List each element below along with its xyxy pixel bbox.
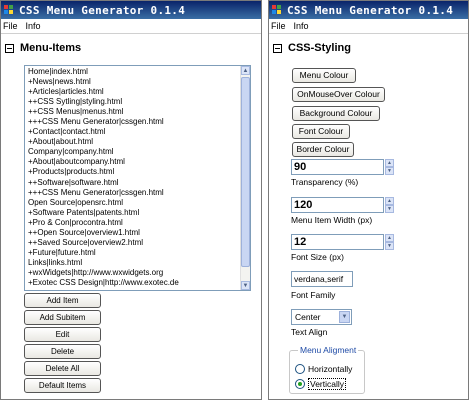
transparency-spinner[interactable]: ▲ ▼	[385, 159, 394, 175]
list-item[interactable]: ++CSS Menus|menus.html	[28, 107, 250, 117]
list-item[interactable]: +Contact|contact.html	[28, 127, 250, 137]
list-item[interactable]: +++CSS Menu Generator|cssgen.html	[28, 117, 250, 127]
list-item[interactable]: +News|news.html	[28, 77, 250, 87]
menu-info[interactable]: Info	[26, 21, 41, 31]
spin-up-icon[interactable]: ▲	[385, 234, 394, 242]
transparency-value: 90	[294, 161, 307, 173]
delete-button[interactable]: Delete	[24, 344, 101, 359]
menu-file[interactable]: File	[3, 21, 18, 31]
radio-horizontally[interactable]: Horizontally	[295, 364, 352, 374]
transparency-label: Transparency (%)	[291, 177, 359, 187]
menu-bar: File Info	[1, 19, 261, 34]
font-family-label: Font Family	[291, 290, 336, 300]
list-item[interactable]: +Exotec CSS Design|http://www.exotec.de	[28, 278, 250, 288]
spin-down-icon[interactable]: ▼	[385, 205, 394, 213]
window-title: CSS Menu Generator 0.1.4	[287, 3, 454, 17]
menu-items-list[interactable]: Home|index.html +News|news.html +Articles|…	[24, 65, 251, 291]
menu-items-window: CSS Menu Generator 0.1.4 File Info Menu-…	[0, 0, 262, 400]
scroll-up-icon[interactable]: ▲	[241, 66, 250, 75]
list-item[interactable]: +Pro & Con|procontra.html	[28, 218, 250, 228]
title-bar[interactable]: CSS Menu Generator 0.1.4	[1, 1, 261, 19]
onmouseover-colour-button[interactable]: OnMouseOver Colour	[292, 87, 385, 102]
list-item[interactable]: +++CSS Menu Generator|cssgen.html	[28, 188, 250, 198]
list-item[interactable]: ++Saved Source|overview2.html	[28, 238, 250, 248]
collapse-icon[interactable]	[5, 43, 14, 53]
list-item[interactable]: Company|company.html	[28, 147, 250, 157]
background-colour-button[interactable]: Background Colour	[292, 106, 380, 121]
collapse-icon[interactable]	[273, 43, 282, 53]
app-icon	[272, 5, 282, 15]
menu-file[interactable]: File	[271, 21, 286, 31]
list-item[interactable]: +Future|future.html	[28, 248, 250, 258]
css-styling-window: CSS Menu Generator 0.1.4 File Info CSS-S…	[268, 0, 469, 400]
menu-info[interactable]: Info	[294, 21, 309, 31]
font-colour-button[interactable]: Font Colour	[292, 124, 350, 139]
menu-items-section-header[interactable]: Menu-Items	[5, 42, 81, 54]
list-item[interactable]: +Articles|articles.html	[28, 87, 250, 97]
font-size-value: 12	[294, 236, 307, 248]
edit-button[interactable]: Edit	[24, 327, 101, 342]
menu-alignment-legend: Menu Aligment	[298, 345, 359, 355]
menu-colour-button[interactable]: Menu Colour	[292, 68, 356, 83]
add-subitem-button[interactable]: Add Subitem	[24, 310, 101, 325]
font-family-input[interactable]: verdana,serif	[291, 271, 353, 287]
section-title: Menu-Items	[20, 42, 82, 54]
radio-button[interactable]	[295, 364, 305, 374]
list: Home|index.html +News|news.html +Articles|…	[25, 66, 250, 288]
list-item[interactable]: ++Software|software.html	[28, 178, 250, 188]
radio-button-selected[interactable]	[295, 379, 305, 389]
scroll-down-icon[interactable]: ▼	[241, 281, 250, 290]
section-title: CSS-Styling	[288, 42, 351, 54]
css-styling-section-header[interactable]: CSS-Styling	[273, 42, 351, 54]
spin-down-icon[interactable]: ▼	[385, 242, 394, 250]
default-items-button[interactable]: Default Items	[24, 378, 101, 393]
list-item[interactable]: +Software Patents|patents.html	[28, 208, 250, 218]
list-item[interactable]: +Products|products.html	[28, 167, 250, 177]
list-item[interactable]: +wxWidgets|http://www.wxwidgets.org	[28, 268, 250, 278]
list-item[interactable]: +About|about.html	[28, 137, 250, 147]
text-align-value: Center	[295, 312, 321, 322]
text-align-select[interactable]: Center ▼	[291, 309, 352, 325]
list-item[interactable]: ++Open Source|overview1.html	[28, 228, 250, 238]
app-icon	[4, 5, 14, 15]
font-size-input[interactable]: 12	[291, 234, 384, 250]
add-item-button[interactable]: Add Item	[24, 293, 101, 308]
font-size-spinner[interactable]: ▲ ▼	[385, 234, 394, 250]
menu-bar: File Info	[269, 19, 468, 34]
list-item[interactable]: ++CSS Sytling|styling.html	[28, 97, 250, 107]
chevron-down-icon[interactable]: ▼	[339, 311, 350, 323]
spin-up-icon[interactable]: ▲	[385, 197, 394, 205]
list-item[interactable]: Links|links.html	[28, 258, 250, 268]
transparency-input[interactable]: 90	[291, 159, 384, 175]
radio-vertically[interactable]: Vertically	[295, 378, 347, 390]
delete-all-button[interactable]: Delete All	[24, 361, 101, 376]
list-item[interactable]: Home|index.html	[28, 67, 250, 77]
title-bar[interactable]: CSS Menu Generator 0.1.4	[269, 1, 468, 19]
radio-label: Vertically	[308, 378, 347, 390]
spin-up-icon[interactable]: ▲	[385, 159, 394, 167]
scroll-thumb[interactable]	[241, 77, 250, 267]
text-align-label: Text Align	[291, 327, 328, 337]
item-width-input[interactable]: 120	[291, 197, 384, 213]
item-width-value: 120	[294, 199, 313, 211]
item-width-label: Menu Item Width (px)	[291, 215, 373, 225]
list-item[interactable]: +About|aboutcompany.html	[28, 157, 250, 167]
radio-label: Horizontally	[308, 364, 353, 374]
window-title: CSS Menu Generator 0.1.4	[19, 3, 186, 17]
vertical-scrollbar[interactable]: ▲ ▼	[240, 66, 250, 290]
item-width-spinner[interactable]: ▲ ▼	[385, 197, 394, 213]
item-buttons: Add Item Add Subitem Edit Delete Delete …	[24, 293, 101, 395]
list-item[interactable]: Open Source|opensrc.html	[28, 198, 250, 208]
menu-alignment-group: Menu Aligment Horizontally Vertically	[289, 345, 365, 394]
spin-down-icon[interactable]: ▼	[385, 167, 394, 175]
border-colour-button[interactable]: Border Colour	[292, 142, 354, 157]
font-size-label: Font Size (px)	[291, 252, 344, 262]
